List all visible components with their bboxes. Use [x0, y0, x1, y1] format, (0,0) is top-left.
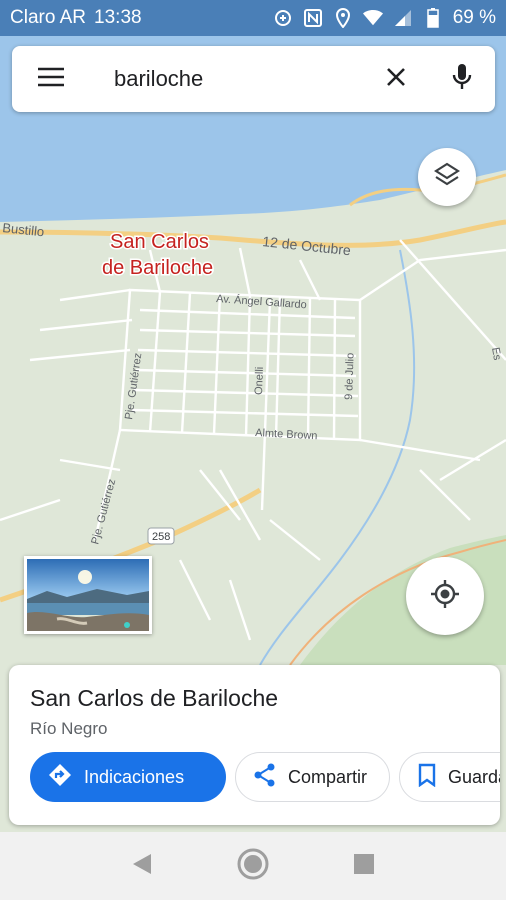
mic-icon — [452, 63, 472, 96]
nfc-icon — [303, 8, 323, 28]
menu-button[interactable] — [12, 67, 90, 92]
directions-label: Indicaciones — [84, 766, 185, 787]
street-label-onelli: Onelli — [253, 367, 266, 396]
layers-button[interactable] — [418, 148, 476, 206]
search-bar[interactable]: bariloche — [12, 46, 495, 112]
bookmark-icon — [418, 763, 436, 792]
city-label-line2: de Bariloche — [102, 257, 213, 279]
status-bar: Claro AR 13:38 69 % — [0, 0, 506, 36]
place-region: Río Negro — [30, 719, 108, 738]
street-view-thumbnail[interactable] — [24, 556, 152, 634]
directions-icon — [48, 763, 72, 792]
city-label-line1: San Carlos — [110, 231, 209, 253]
clear-search-button[interactable] — [363, 46, 429, 112]
signal-icon — [393, 8, 413, 28]
share-icon — [254, 763, 276, 792]
share-button[interactable]: Compartir — [235, 752, 391, 802]
location-icon — [333, 8, 353, 28]
street-label-9-julio: 9 de Julio — [343, 353, 357, 400]
place-actions: Indicaciones Compartir Guardar — [30, 752, 500, 802]
directions-button[interactable]: Indicaciones — [30, 752, 226, 802]
place-card[interactable]: San Carlos de Bariloche Río Negro Indica… — [9, 665, 500, 825]
carrier-label: Claro AR — [10, 7, 87, 28]
wifi-icon — [362, 8, 383, 28]
my-location-button[interactable] — [406, 557, 484, 635]
battery-icon — [423, 8, 443, 28]
save-label: Guardar — [448, 766, 500, 787]
clock: 13:38 — [94, 7, 142, 28]
share-label: Compartir — [288, 766, 368, 787]
menu-icon — [38, 67, 64, 92]
search-input[interactable]: bariloche — [90, 66, 363, 92]
layers-icon — [433, 162, 461, 193]
place-name: San Carlos de Bariloche — [30, 685, 279, 711]
route-shield-label: 258 — [152, 531, 170, 543]
back-icon[interactable] — [131, 852, 153, 881]
my-location-icon — [430, 579, 460, 614]
system-nav-bar — [0, 832, 506, 900]
battery-label: 69 % — [452, 7, 496, 28]
save-button[interactable]: Guardar — [399, 752, 500, 802]
close-icon — [386, 67, 406, 92]
recents-icon[interactable] — [353, 853, 375, 880]
photo-360-image — [27, 559, 149, 631]
home-icon[interactable] — [236, 847, 270, 886]
street-label-east: Es — [489, 346, 503, 361]
data-saver-icon — [273, 8, 293, 28]
voice-search-button[interactable] — [429, 46, 495, 112]
